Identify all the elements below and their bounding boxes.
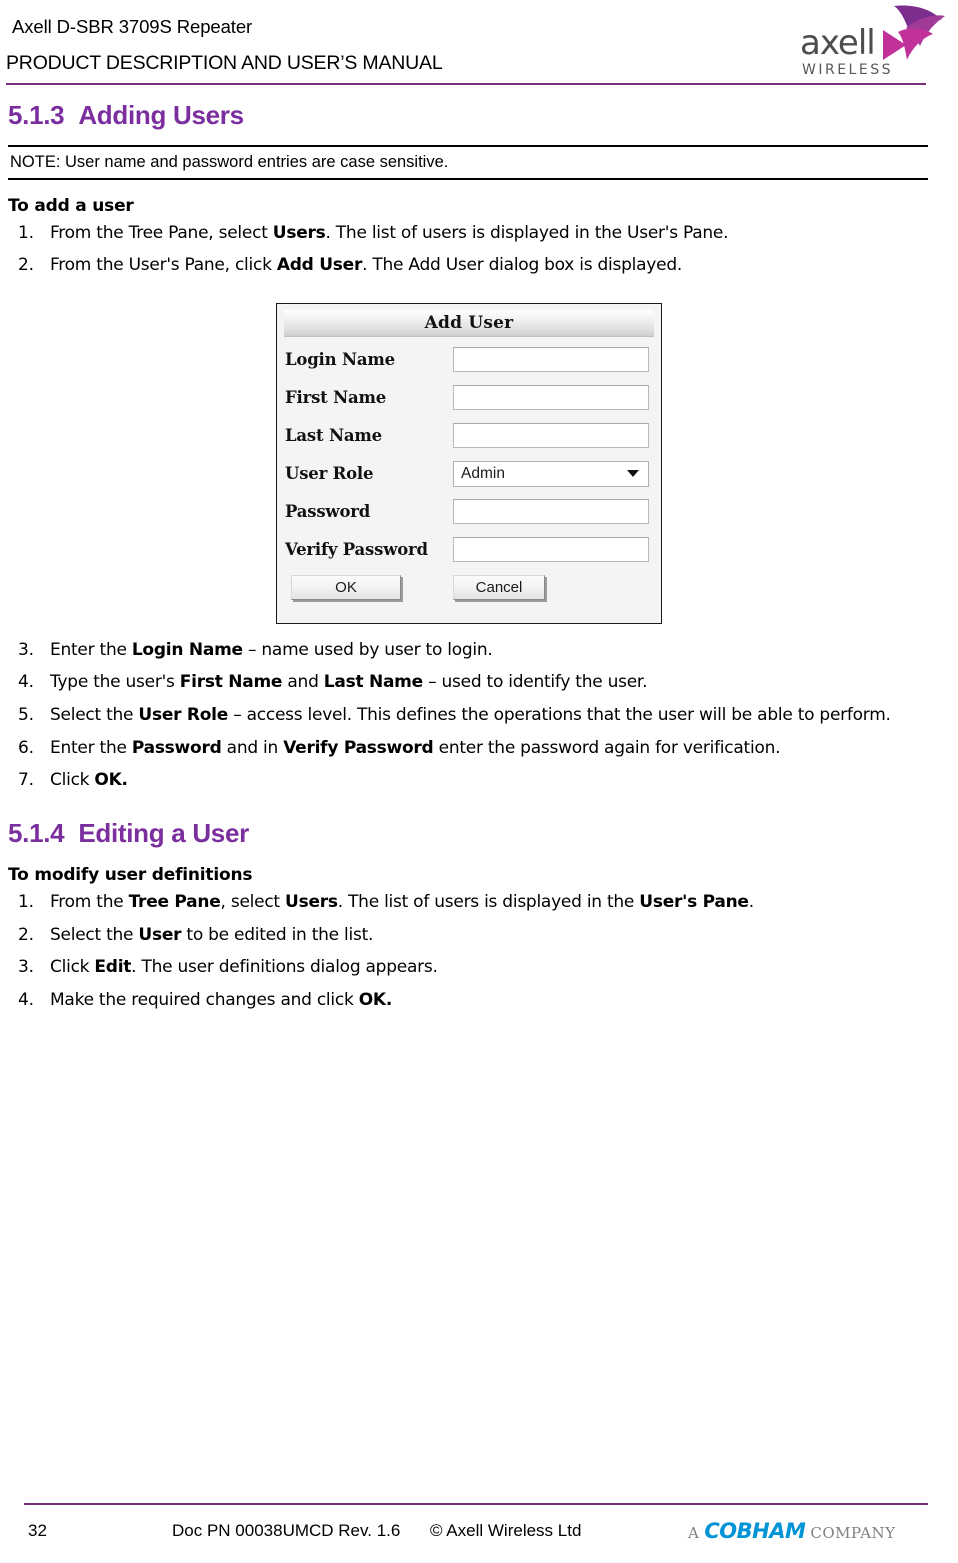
list-item: 1. From the Tree Pane, select Users. The…	[8, 222, 928, 245]
label-user-role: User Role	[285, 464, 374, 484]
section-title: Editing a User	[78, 817, 249, 848]
list-text: Enter the Password and in Verify Passwor…	[50, 737, 781, 758]
note-box: NOTE: User name and password entries are…	[8, 145, 928, 180]
list-marker: 2.	[18, 255, 34, 276]
label-first-name: First Name	[285, 388, 387, 408]
svg-text:WIRELESS: WIRELESS	[802, 62, 893, 78]
list-text: From the User's Pane, click Add User. Th…	[50, 255, 683, 276]
section-heading-adding-users: 5.1.3 Adding Users	[8, 100, 928, 131]
field-row-password: Password	[285, 493, 653, 531]
verify-password-input[interactable]	[453, 537, 649, 563]
list-marker: 2.	[18, 924, 34, 945]
page-content: 5.1.3 Adding Users NOTE: User name and pa…	[8, 100, 928, 1021]
subheading-to-modify-user-definitions: To modify user definitions	[8, 864, 253, 885]
list-item: 2. From the User's Pane, click Add User.…	[8, 254, 928, 277]
label-last-name: Last Name	[285, 426, 382, 446]
list-marker: 6.	[18, 737, 34, 758]
field-row-login-name: Login Name	[285, 341, 653, 379]
list-marker: 3.	[18, 639, 34, 660]
cobham-prefix: A	[688, 1524, 700, 1542]
dialog-title: Add User	[424, 312, 514, 333]
footer-rule	[24, 1503, 928, 1505]
note-text: NOTE: User name and password entries are…	[10, 153, 449, 171]
section-title: Adding Users	[78, 100, 244, 130]
header-product-title: Axell D-SBR 3709S Repeater	[12, 16, 253, 37]
list-text: From the Tree Pane, select Users. The li…	[50, 891, 754, 912]
add-user-dialog: Add User Login Name First Name Last Name…	[276, 302, 662, 624]
list-item: 4. Make the required changes and click O…	[8, 989, 928, 1012]
dialog-titlebar: Add User	[284, 309, 654, 337]
list-text: Select the User to be edited in the list…	[50, 924, 374, 945]
cobham-company-logo: A COBHAM COMPANY	[688, 1519, 896, 1543]
list-item: 7. Click OK.	[8, 769, 928, 792]
list-text: Click OK.	[50, 770, 128, 791]
user-role-selected-value: Admin	[461, 464, 505, 482]
page-header: Axell D-SBR 3709S Repeater PRODUCT DESCR…	[0, 0, 958, 92]
list-item: 4. Type the user's First Name and Last N…	[8, 671, 928, 694]
list-marker: 4.	[18, 989, 34, 1010]
list-marker: 1.	[18, 222, 34, 243]
cobham-wordmark: COBHAM	[704, 1519, 806, 1543]
list-item: 1. From the Tree Pane, select Users. The…	[8, 891, 928, 914]
field-row-verify-password: Verify Password	[285, 531, 653, 569]
label-password: Password	[285, 502, 371, 522]
header-rule	[6, 83, 926, 85]
axell-wireless-logo: axell WIRELESS	[786, 2, 946, 82]
header-manual-title: PRODUCT DESCRIPTION AND USER’S MANUAL	[6, 52, 443, 74]
dialog-body: Login Name First Name Last Name User Rol…	[277, 337, 661, 600]
chevron-down-icon	[627, 470, 639, 478]
list-item: 6. Enter the Password and in Verify Pass…	[8, 737, 928, 760]
dialog-button-bar: OK Cancel	[287, 574, 653, 600]
cobham-suffix: COMPANY	[810, 1524, 896, 1542]
login-name-input[interactable]	[453, 347, 649, 373]
field-row-user-role: User Role Admin	[285, 455, 653, 493]
list-marker: 5.	[18, 705, 34, 726]
page-footer: 32 Doc PN 00038UMCD Rev. 1.6 © Axell Wir…	[0, 1493, 958, 1563]
list-item: 3. Enter the Login Name – name used by u…	[8, 639, 928, 662]
add-user-dialog-figure: Add User Login Name First Name Last Name…	[8, 302, 928, 633]
cancel-button[interactable]: Cancel	[453, 574, 545, 600]
axell-logo-svg: axell WIRELESS	[800, 5, 945, 78]
list-text: From the Tree Pane, select Users. The li…	[50, 222, 729, 243]
list-text: Enter the Login Name – name used by user…	[50, 639, 493, 660]
subheading-to-add-a-user: To add a user	[8, 195, 134, 216]
user-role-select[interactable]: Admin	[453, 460, 649, 487]
section-number: 5.1.3	[8, 100, 65, 130]
password-input[interactable]	[453, 499, 649, 525]
label-login-name: Login Name	[285, 350, 395, 370]
field-row-last-name: Last Name	[285, 417, 653, 455]
list-text: Make the required changes and click OK.	[50, 989, 393, 1010]
ok-button[interactable]: OK	[291, 574, 401, 600]
section-heading-editing-a-user: 5.1.4 Editing a User	[8, 818, 928, 849]
field-row-first-name: First Name	[285, 379, 653, 417]
first-name-input[interactable]	[453, 385, 649, 411]
label-verify-password: Verify Password	[285, 540, 428, 560]
list-item: 2. Select the User to be edited in the l…	[8, 924, 928, 947]
list-text: Type the user's First Name and Last Name…	[50, 672, 648, 693]
steps-list-after-dialog: 3. Enter the Login Name – name used by u…	[8, 639, 928, 792]
list-text: Click Edit. The user definitions dialog …	[50, 957, 438, 978]
list-marker: 4.	[18, 672, 34, 693]
steps-list-editing-user: 1. From the Tree Pane, select Users. The…	[8, 891, 928, 1011]
section-number: 5.1.4	[8, 817, 65, 848]
footer-row: 32 Doc PN 00038UMCD Rev. 1.6 © Axell Wir…	[0, 1519, 958, 1549]
list-item: 5. Select the User Role – access level. …	[8, 704, 928, 727]
steps-list-before-dialog: 1. From the Tree Pane, select Users. The…	[8, 222, 928, 277]
list-marker: 1.	[18, 891, 34, 912]
list-marker: 7.	[18, 770, 34, 791]
footer-copyright: © Axell Wireless Ltd	[430, 1521, 582, 1540]
list-text: Select the User Role – access level. Thi…	[50, 705, 891, 726]
footer-page-number: 32	[28, 1521, 47, 1540]
list-marker: 3.	[18, 957, 34, 978]
footer-doc-reference: Doc PN 00038UMCD Rev. 1.6	[172, 1521, 401, 1540]
last-name-input[interactable]	[453, 423, 649, 449]
list-item: 3. Click Edit. The user definitions dial…	[8, 956, 928, 979]
svg-text:axell: axell	[800, 23, 875, 63]
